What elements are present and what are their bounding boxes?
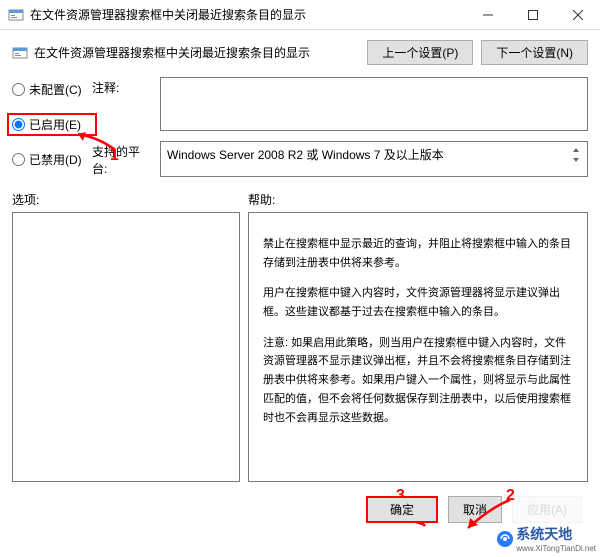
radio-enabled-label: 已启用(E) [29,116,81,133]
options-label: 选项: [12,191,248,208]
radio-disabled[interactable]: 已禁用(D) [12,151,92,168]
scroll-arrows[interactable] [571,146,581,164]
help-label: 帮助: [248,191,275,208]
platform-label: 支持的平台: [92,141,152,177]
help-text-1: 禁止在搜索框中显示最近的查询，并阻止将搜索框中输入的条目存储到注册表中供将来参考… [263,235,573,272]
apply-button[interactable]: 应用(A) [512,496,582,523]
platform-value: Windows Server 2008 R2 或 Windows 7 及以上版本 [167,146,571,163]
maximize-button[interactable] [510,0,555,30]
watermark-logo-icon [496,530,514,548]
policy-icon [12,45,28,61]
policy-title: 在文件资源管理器搜索框中关闭最近搜索条目的显示 [34,44,367,61]
window-title: 在文件资源管理器搜索框中关闭最近搜索条目的显示 [30,6,465,23]
platform-box: Windows Server 2008 R2 或 Windows 7 及以上版本 [160,141,588,177]
minimize-button[interactable] [465,0,510,30]
radio-enabled[interactable]: 已启用(E) [7,113,97,136]
watermark-text: 系统天地 [516,526,572,542]
close-button[interactable] [555,0,600,30]
help-text-3: 注意: 如果启用此策略，则当用户在搜索框中键入内容时，文件资源管理器不显示建议弹… [263,334,573,427]
radio-unconfigured-label: 未配置(C) [29,81,82,98]
footer-buttons: 确定 取消 应用(A) [0,482,600,523]
options-panel [12,212,240,482]
radio-disabled-label: 已禁用(D) [29,151,82,168]
radio-unconfigured-input[interactable] [12,83,25,96]
ok-button[interactable]: 确定 [366,496,438,523]
policy-icon [8,7,24,23]
watermark-url: www.XiTongTianDi.net [516,544,596,553]
radio-enabled-input[interactable] [12,118,25,131]
titlebar: 在文件资源管理器搜索框中关闭最近搜索条目的显示 [0,0,600,30]
header: 在文件资源管理器搜索框中关闭最近搜索条目的显示 上一个设置(P) 下一个设置(N… [0,30,600,73]
help-panel: 禁止在搜索框中显示最近的查询，并阻止将搜索框中输入的条目存储到注册表中供将来参考… [248,212,588,482]
next-setting-button[interactable]: 下一个设置(N) [481,40,588,65]
radio-disabled-input[interactable] [12,153,25,166]
previous-setting-button[interactable]: 上一个设置(P) [367,40,473,65]
comment-label: 注释: [92,77,152,131]
help-text-2: 用户在搜索框中键入内容时，文件资源管理器将显示建议弹出框。这些建议都基于过去在搜… [263,284,573,321]
radio-unconfigured[interactable]: 未配置(C) [12,81,92,98]
cancel-button[interactable]: 取消 [448,496,502,523]
comment-input[interactable] [160,77,588,131]
watermark: 系统天地 www.XiTongTianDi.net [496,524,596,553]
